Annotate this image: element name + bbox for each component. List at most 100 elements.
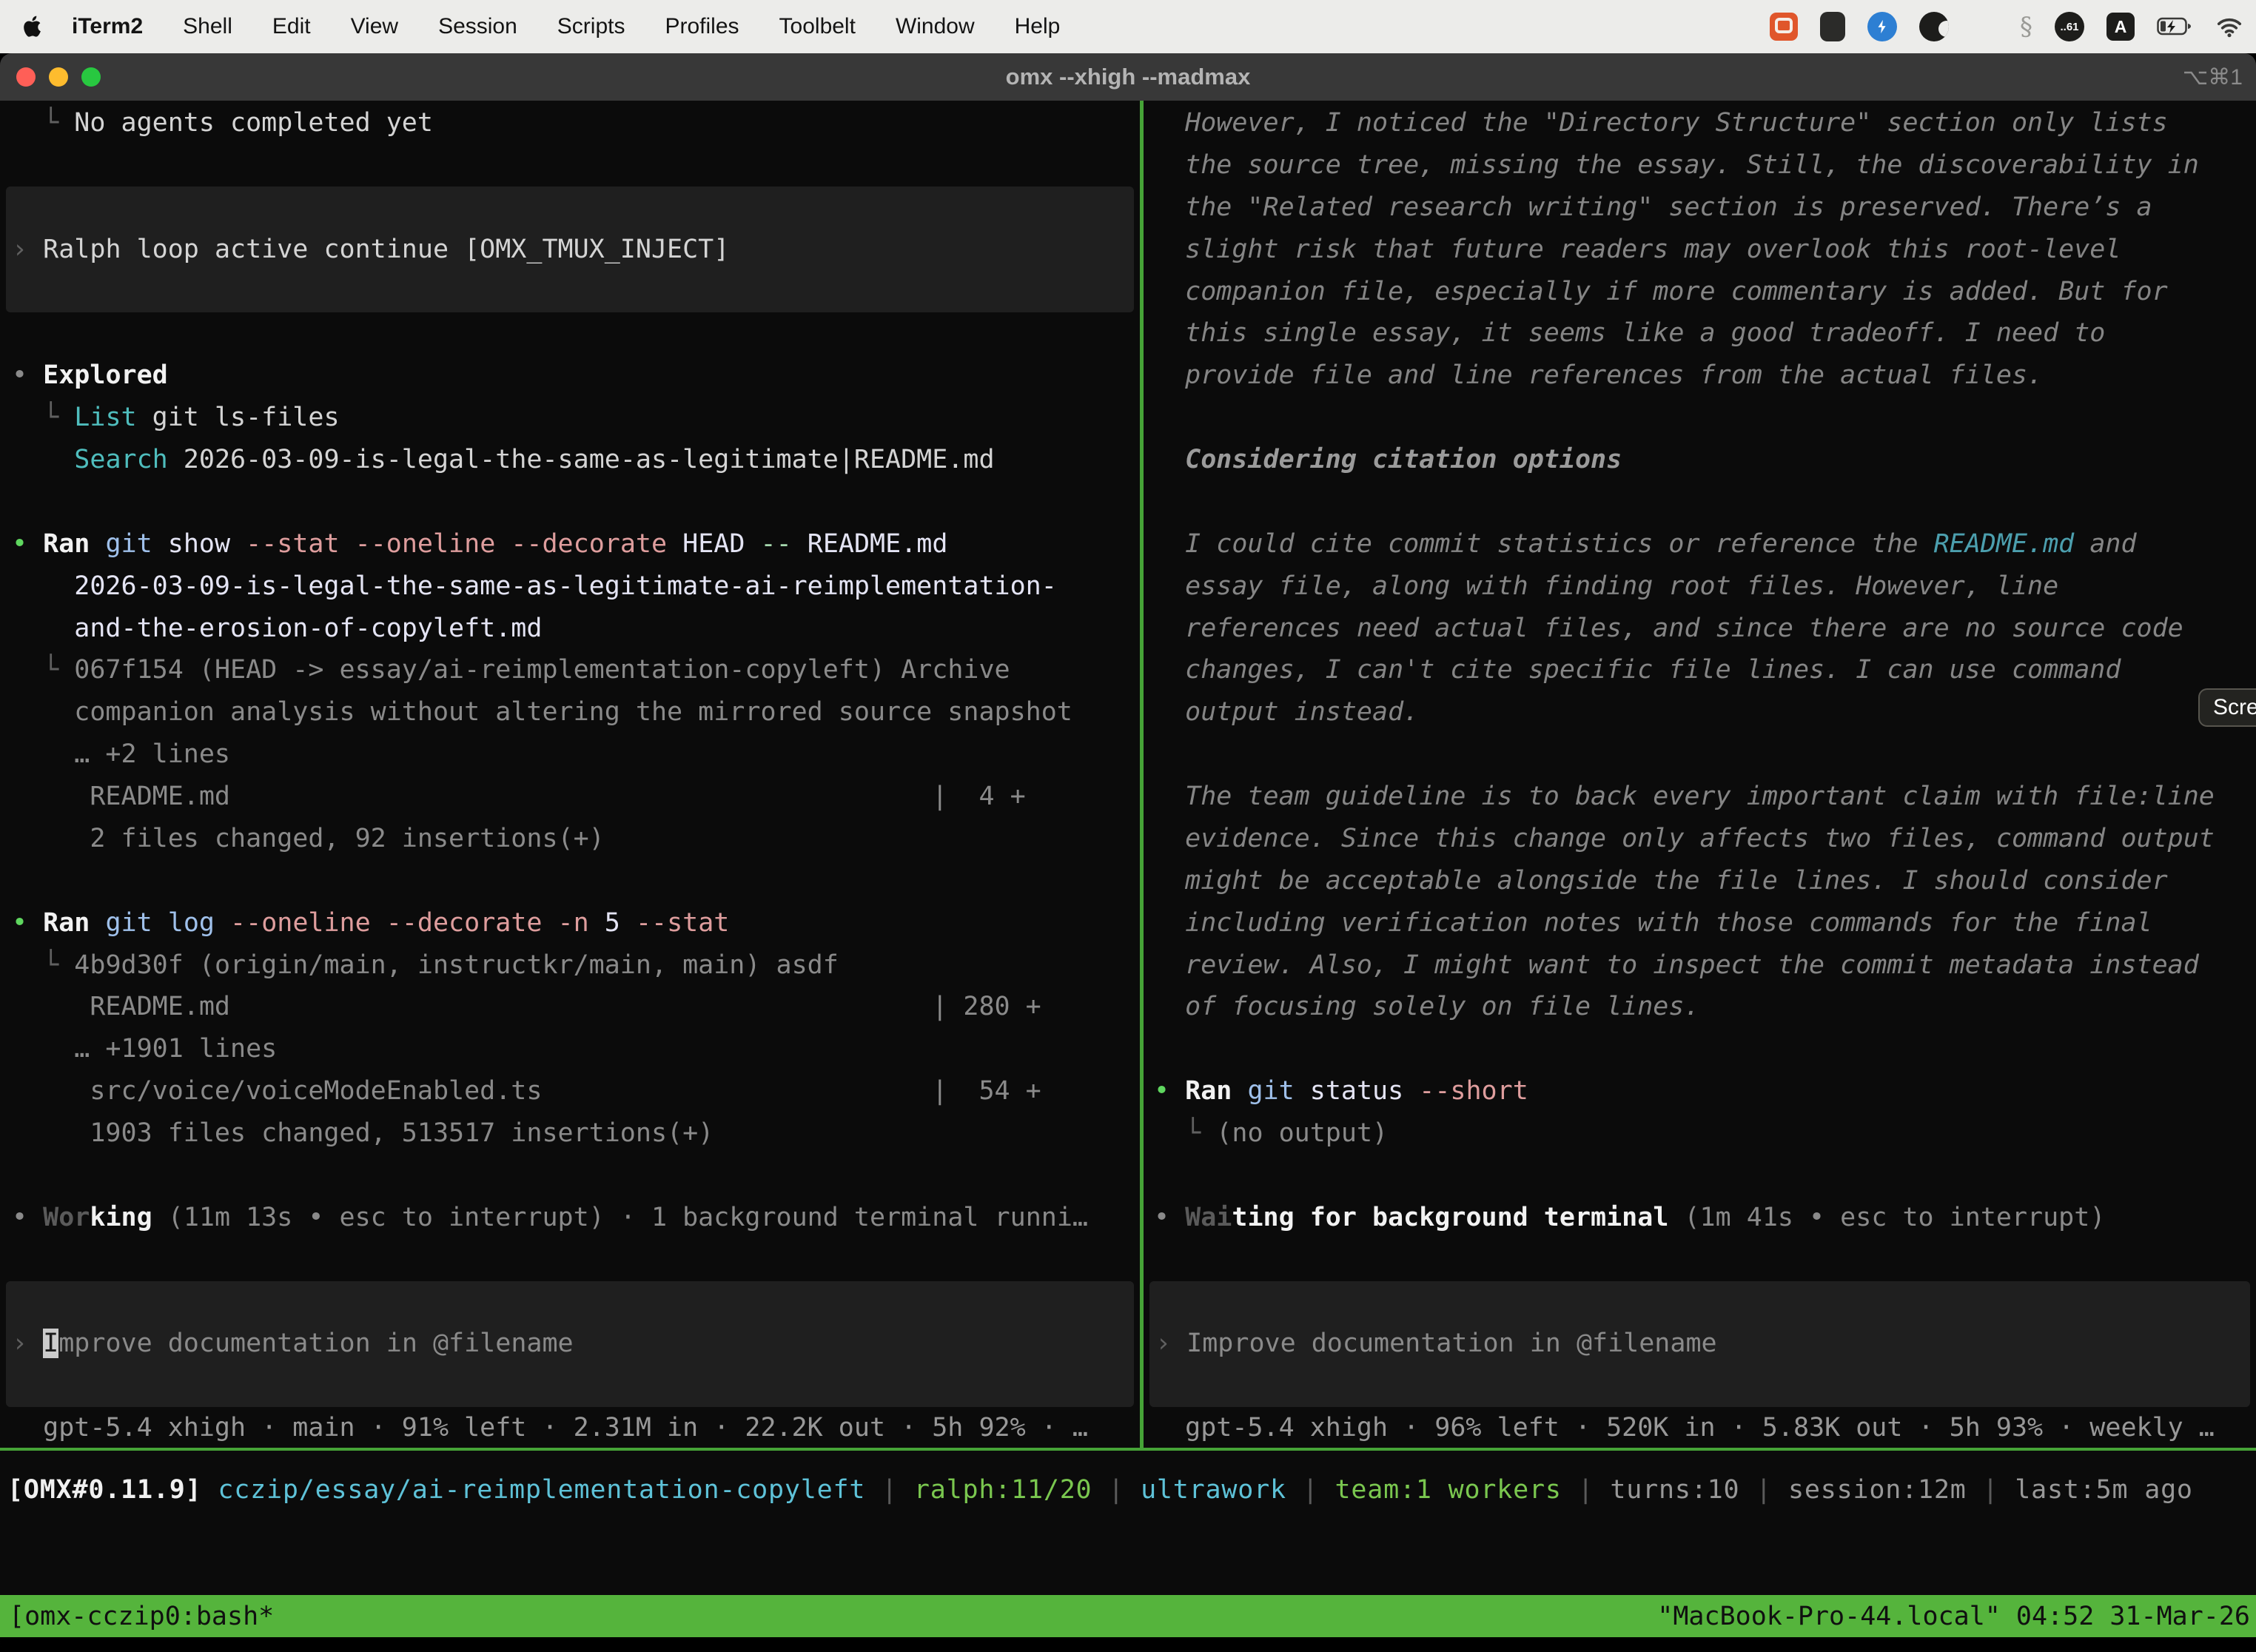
menu-item-profiles[interactable]: Profiles xyxy=(645,14,759,39)
terminal-text-segment: changes, I can't cite specific file line… xyxy=(1154,655,2121,685)
terminal-text-segment xyxy=(1403,1076,1419,1106)
terminal-line: … +1901 lines xyxy=(12,1028,1140,1070)
menu-item-shell[interactable]: Shell xyxy=(163,14,252,39)
terminal-line xyxy=(1155,1281,2250,1323)
terminal-line: • Waiting for background terminal (1m 41… xyxy=(1154,1197,2256,1239)
terminal-line: of focusing solely on file lines. xyxy=(1154,986,2256,1028)
tmux-status-bar: [omx-cczip0:bash* "MacBook-Pro-44.local"… xyxy=(0,1595,2256,1637)
terminal-line xyxy=(12,481,1140,523)
terminal-line xyxy=(1154,1155,2256,1197)
terminal-text-segment: git xyxy=(105,908,152,938)
tmux-session-label[interactable]: [omx-cczip0:bash* xyxy=(0,1602,274,1631)
terminal-text-segment: README.md | 4 + xyxy=(12,782,1026,811)
terminal-text-segment: src/voice/voiceModeEnabled.ts | 54 + xyxy=(12,1076,1041,1106)
terminal-text-segment: … +2 lines xyxy=(12,739,230,769)
terminal-line: src/voice/voiceModeEnabled.ts | 54 + xyxy=(12,1070,1140,1112)
terminal-line: changes, I can't cite specific file line… xyxy=(1154,649,2256,691)
terminal-text-segment: However, I noticed the "Directory Struct… xyxy=(1154,108,2168,138)
terminal-line: • Working (11m 13s • esc to interrupt) ·… xyxy=(12,1197,1140,1239)
omx-status-bar: [OMX#0.11.9] cczip/essay/ai-reimplementa… xyxy=(0,1451,2256,1514)
apple-menu-icon[interactable] xyxy=(22,15,44,38)
menu-items: iTerm2ShellEditViewSessionScriptsProfile… xyxy=(52,14,1080,39)
terminal-text-segment: gpt-5.4 xhigh · main · 91% left · 2.31M … xyxy=(12,1413,1088,1443)
terminal-line: review. Also, I might want to inspect th… xyxy=(1154,944,2256,987)
prompt-input-left[interactable]: › Improve documentation in @filename xyxy=(6,1281,1134,1408)
terminal-text-segment: --stat --oneline --decorate xyxy=(246,529,667,559)
menu-item-edit[interactable]: Edit xyxy=(252,14,331,39)
pie-icon[interactable] xyxy=(1919,12,1949,41)
menu-item-view[interactable]: View xyxy=(331,14,418,39)
wifi-icon[interactable] xyxy=(2215,16,2244,38)
terminal-line: essay file, along with finding root file… xyxy=(1154,565,2256,608)
terminal-text-segment: Ran xyxy=(43,529,90,559)
percent-61-badge[interactable]: ..61 xyxy=(2055,12,2084,41)
terminal-line: slight risk that future readers may over… xyxy=(1154,229,2256,271)
battery-icon[interactable] xyxy=(2157,17,2192,36)
omx-bar-segment: ultrawork xyxy=(1141,1475,1286,1505)
menu-item-session[interactable]: Session xyxy=(418,14,537,39)
terminal-text-segment xyxy=(152,529,168,559)
menu-bar-status-icons: § ..61 A xyxy=(1770,12,2244,41)
agent-pane-right[interactable]: However, I noticed the "Directory Struct… xyxy=(1144,101,2256,1448)
terminal-line xyxy=(12,1155,1140,1197)
agent-pane-left[interactable]: └ No agents completed yet› Ralph loop ac… xyxy=(0,101,1140,1448)
terminal-text-segment xyxy=(215,908,230,938)
dots-grid-icon[interactable] xyxy=(1971,13,1998,40)
window-title-bar[interactable]: omx --xhigh --madmax ⌥⌘1 xyxy=(0,53,2256,101)
terminal-text-segment: … +1901 lines xyxy=(12,1034,277,1064)
terminal-line: › Improve documentation in @filename xyxy=(1155,1323,2250,1365)
terminal-text-segment: status xyxy=(1310,1076,1403,1106)
window-title: omx --xhigh --madmax xyxy=(0,64,2256,90)
menu-item-iterm2[interactable]: iTerm2 xyxy=(52,14,163,39)
omx-bar-segment: session:12m xyxy=(1788,1475,1967,1505)
squiggle-icon[interactable]: § xyxy=(2020,12,2032,41)
terminal-text-segment: output instead. xyxy=(1154,697,1419,727)
terminal-text-segment: Wor xyxy=(43,1203,90,1232)
terminal-line: … +2 lines xyxy=(12,733,1140,776)
terminal-text-segment: › xyxy=(12,1329,43,1358)
terminal-line xyxy=(12,1365,1134,1407)
terminal-line: └ (no output) xyxy=(1154,1112,2256,1155)
terminal-text-segment: this single essay, it seems like a good … xyxy=(1154,318,2105,348)
blue-bolt-icon[interactable] xyxy=(1867,12,1897,41)
menu-item-help[interactable]: Help xyxy=(995,14,1081,39)
ralph-loop-banner[interactable]: › Ralph loop active continue [OMX_TMUX_I… xyxy=(6,187,1134,313)
terminal-text-segment: git ls-files xyxy=(137,403,340,432)
terminal-line: including verification notes with those … xyxy=(1154,902,2256,944)
omx-bar-segment: | xyxy=(1092,1475,1141,1505)
terminal-line xyxy=(1154,733,2256,776)
terminal-text-segment: and-the-erosion-of-copyleft.md xyxy=(12,614,542,643)
terminal-line xyxy=(1154,481,2256,523)
menu-item-scripts[interactable]: Scripts xyxy=(537,14,645,39)
terminal-line: I could cite commit statistics or refere… xyxy=(1154,523,2256,565)
terminal-text-segment: • xyxy=(1154,1076,1185,1106)
terminal-text-segment: git xyxy=(105,529,152,559)
terminal-text-segment: ting for background terminal xyxy=(1232,1203,1668,1232)
screen-share-overlay[interactable]: Scre xyxy=(2198,688,2256,727)
terminal-line: └ 4b9d30f (origin/main, instructkr/main,… xyxy=(12,944,1140,987)
terminal-text-segment: › xyxy=(12,235,43,264)
terminal-text-segment xyxy=(667,529,682,559)
terminal-text-segment xyxy=(589,908,605,938)
terminal-line: companion analysis without altering the … xyxy=(12,691,1140,733)
terminal-text-segment xyxy=(1295,1076,1310,1106)
terminal-line: • Ran git show --stat --oneline --decora… xyxy=(12,523,1140,565)
menu-item-toolbelt[interactable]: Toolbelt xyxy=(759,14,876,39)
terminal-text-segment: └ xyxy=(12,950,74,980)
grid-badge-icon[interactable] xyxy=(1820,12,1845,41)
terminal-text-segment: └ xyxy=(12,108,74,138)
omx-bar-segment: cczip/essay/ai-reimplementation-copyleft xyxy=(218,1475,865,1505)
terminal-text-segment: README.md | 280 + xyxy=(12,992,1041,1021)
screen-share-overlay-label: Scre xyxy=(2213,695,2256,720)
prompt-input-right[interactable]: › Improve documentation in @filename xyxy=(1149,1281,2250,1408)
menu-item-window[interactable]: Window xyxy=(876,14,995,39)
terminal-text-segment: 2026-03-09-is-legal-the-same-as-legitima… xyxy=(12,571,1057,601)
terminal-line: provide file and line references from th… xyxy=(1154,355,2256,397)
terminal-line: and-the-erosion-of-copyleft.md xyxy=(12,608,1140,650)
keyboard-a-icon[interactable]: A xyxy=(2106,13,2135,41)
terminal-line: 2026-03-09-is-legal-the-same-as-legitima… xyxy=(12,565,1140,608)
omx-bar-segment: | xyxy=(1562,1475,1611,1505)
terminal-text-segment: └ xyxy=(1154,1118,1216,1148)
chat-icon[interactable] xyxy=(1770,13,1798,41)
terminal-text-segment: └ xyxy=(12,655,74,685)
